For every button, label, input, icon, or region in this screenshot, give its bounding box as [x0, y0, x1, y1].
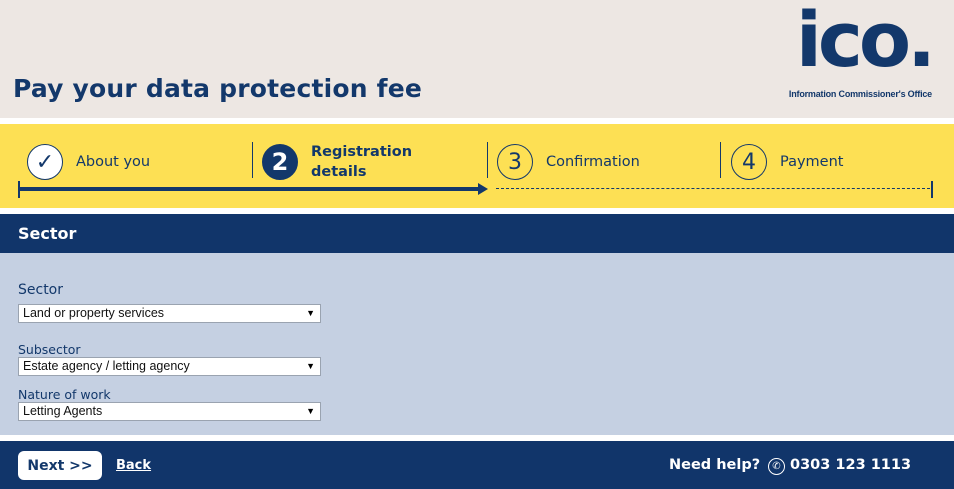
progress-stepper: ✓ About you 2 Registration details 3 Con…	[0, 124, 954, 208]
step-divider	[720, 142, 721, 178]
step-label: Confirmation	[546, 154, 640, 170]
sector-select[interactable]: Land or property services ▼	[18, 304, 321, 323]
step-about-you: ✓ About you	[27, 142, 150, 182]
phone-icon: ✆	[768, 458, 785, 475]
section-header: Sector	[0, 214, 954, 253]
page-header: Pay your data protection fee ico. Inform…	[0, 0, 954, 118]
progress-arrow-icon	[478, 183, 488, 195]
step-label-line: details	[311, 164, 367, 180]
step-number-icon: 2	[262, 144, 298, 180]
next-button[interactable]: Next >>	[18, 451, 102, 480]
chevron-down-icon: ▼	[306, 406, 315, 416]
nature-of-work-label: Nature of work	[18, 387, 111, 402]
progress-bar-remaining	[496, 188, 930, 189]
step-label: About you	[76, 154, 151, 170]
nature-of-work-select[interactable]: Letting Agents ▼	[18, 402, 321, 421]
logo-text: ico.	[795, 0, 936, 84]
step-number-icon: 3	[497, 144, 533, 180]
logo-subtitle: Information Commissioner's Office	[788, 89, 932, 99]
progress-bar-complete	[18, 187, 480, 191]
checkmark-icon: ✓	[27, 144, 63, 180]
step-registration-details: 2 Registration details	[262, 142, 412, 182]
progress-end-tick	[931, 181, 933, 198]
step-label-line: Registration	[311, 144, 413, 160]
sector-select-value: Land or property services	[23, 306, 165, 320]
chevron-down-icon: ▼	[306, 308, 315, 318]
back-link[interactable]: Back	[116, 458, 151, 473]
page-footer: Next >> Back Need help? ✆ 0303 123 1113	[0, 441, 954, 489]
need-help-label: Need help?	[669, 457, 761, 473]
page-title: Pay your data protection fee	[13, 74, 423, 103]
step-label: Registration details	[311, 142, 412, 182]
step-confirmation: 3 Confirmation	[497, 142, 640, 182]
ico-logo[interactable]: ico. Information Commissioner's Office	[782, 2, 936, 102]
sector-label: Sector	[18, 282, 64, 298]
nature-of-work-select-value: Letting Agents	[23, 404, 103, 418]
step-divider	[487, 142, 488, 178]
step-label: Payment	[780, 154, 844, 170]
step-payment: 4 Payment	[731, 142, 843, 182]
step-number-icon: 4	[731, 144, 767, 180]
section-title: Sector	[18, 224, 77, 243]
step-divider	[252, 142, 253, 178]
subsector-select-value: Estate agency / letting agency	[23, 359, 190, 373]
sector-form: Sector Land or property services ▼ Subse…	[0, 253, 954, 435]
subsector-label: Subsector	[18, 342, 81, 357]
chevron-down-icon: ▼	[306, 361, 315, 371]
phone-number[interactable]: 0303 123 1113	[790, 457, 911, 473]
subsector-select[interactable]: Estate agency / letting agency ▼	[18, 357, 321, 376]
